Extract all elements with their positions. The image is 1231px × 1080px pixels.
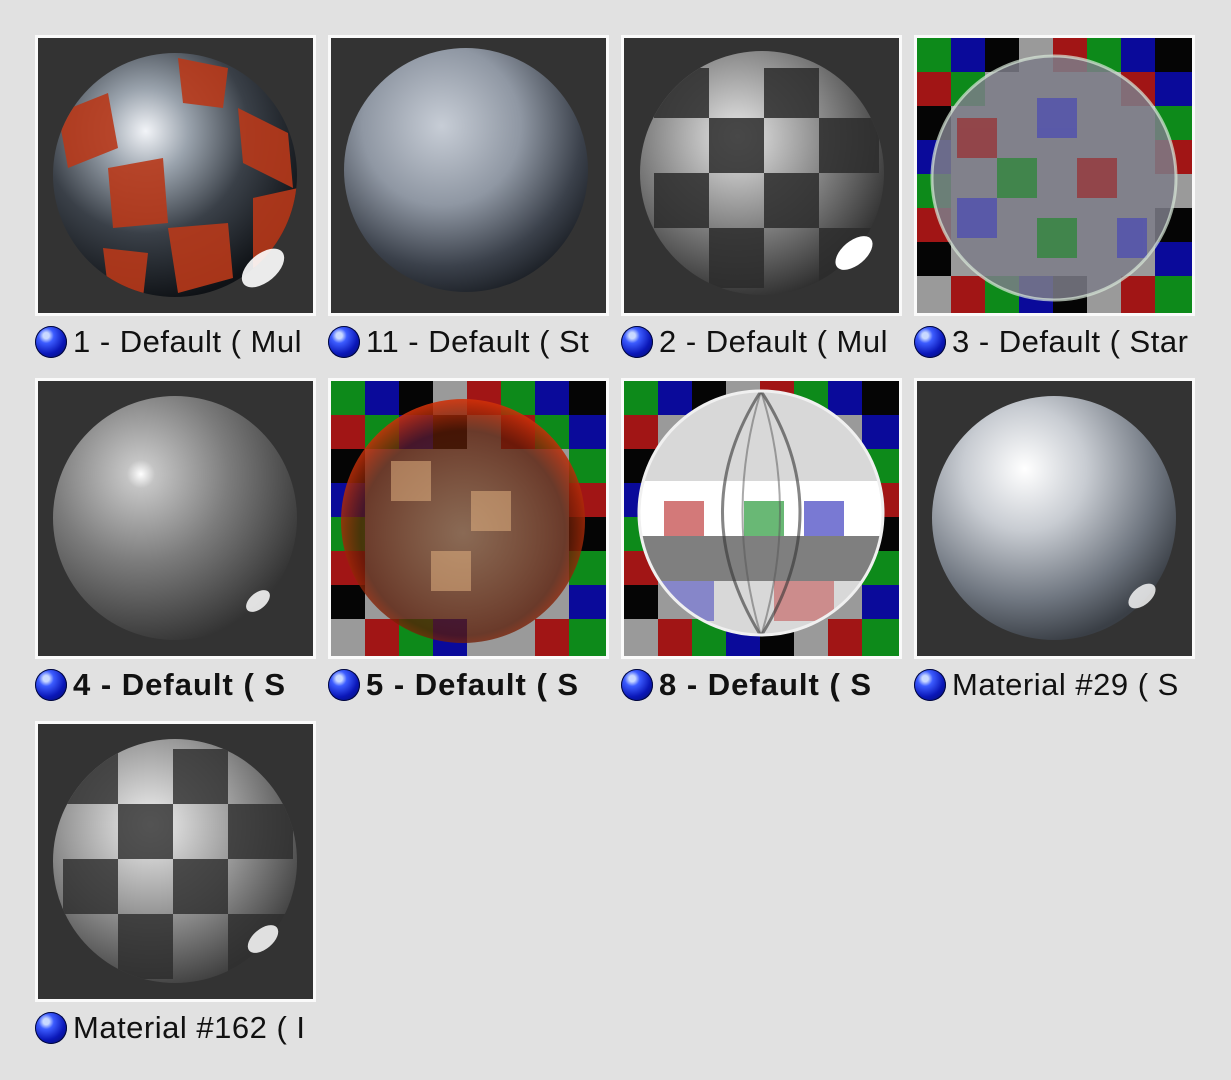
material-preview[interactable] bbox=[35, 721, 316, 1002]
orange-glass-sphere-color-checker-preview bbox=[331, 381, 606, 656]
material-name: 3 - Default ( Star bbox=[952, 324, 1189, 359]
material-name: 11 - Default ( St bbox=[366, 324, 590, 359]
material-preview[interactable] bbox=[328, 378, 609, 659]
material-label[interactable]: Material #29 ( S bbox=[914, 665, 1201, 705]
shiny-gray-sphere-preview bbox=[53, 396, 297, 640]
blue-sphere-icon bbox=[35, 1012, 67, 1044]
material-label[interactable]: 11 - Default ( St bbox=[328, 322, 615, 362]
blue-sphere-icon bbox=[914, 326, 946, 358]
material-preview[interactable] bbox=[621, 35, 902, 316]
material-slot-7[interactable]: 8 - Default ( S bbox=[621, 378, 908, 718]
material-name: 5 - Default ( S bbox=[366, 667, 580, 702]
metal-checker-sphere-preview bbox=[640, 51, 884, 295]
material-browser: 1 - Default ( Mul 11 - Default ( St 2 - … bbox=[0, 0, 1231, 1080]
material-label[interactable]: 2 - Default ( Mul bbox=[621, 322, 908, 362]
material-preview[interactable] bbox=[328, 35, 609, 316]
blue-sphere-icon bbox=[621, 326, 653, 358]
material-name: 1 - Default ( Mul bbox=[73, 324, 303, 359]
material-label[interactable]: Material #162 ( I bbox=[35, 1008, 322, 1048]
blue-sphere-icon bbox=[914, 669, 946, 701]
plain-gray-sphere-preview bbox=[344, 48, 588, 292]
material-slot-4[interactable]: 3 - Default ( Star bbox=[914, 35, 1201, 375]
blue-sphere-icon bbox=[621, 669, 653, 701]
material-slot-1[interactable]: 1 - Default ( Mul bbox=[35, 35, 322, 375]
material-label[interactable]: 3 - Default ( Star bbox=[914, 322, 1201, 362]
material-preview[interactable] bbox=[914, 35, 1195, 316]
material-name: Material #162 ( I bbox=[73, 1010, 306, 1045]
material-slot-3[interactable]: 2 - Default ( Mul bbox=[621, 35, 908, 375]
material-label[interactable]: 8 - Default ( S bbox=[621, 665, 908, 705]
brushed-silver-sphere-preview bbox=[932, 396, 1176, 640]
material-slot-6[interactable]: 5 - Default ( S bbox=[328, 378, 615, 718]
glass-sphere-color-checker-preview bbox=[917, 38, 1192, 313]
blue-sphere-icon bbox=[35, 669, 67, 701]
red-checker-sphere-preview bbox=[53, 53, 297, 297]
blue-sphere-icon bbox=[328, 669, 360, 701]
material-preview[interactable] bbox=[35, 378, 316, 659]
material-name: 4 - Default ( S bbox=[73, 667, 287, 702]
blue-sphere-icon bbox=[35, 326, 67, 358]
material-slot-2[interactable]: 11 - Default ( St bbox=[328, 35, 615, 375]
material-slot-5[interactable]: 4 - Default ( S bbox=[35, 378, 322, 718]
material-label[interactable]: 1 - Default ( Mul bbox=[35, 322, 322, 362]
material-name: 8 - Default ( S bbox=[659, 667, 873, 702]
chrome-sphere-color-checker-preview bbox=[624, 381, 899, 656]
material-name: Material #29 ( S bbox=[952, 667, 1179, 702]
material-label[interactable]: 5 - Default ( S bbox=[328, 665, 615, 705]
material-preview[interactable] bbox=[35, 35, 316, 316]
grainy-checker-sphere-preview bbox=[53, 739, 297, 983]
material-slot-8[interactable]: Material #29 ( S bbox=[914, 378, 1201, 718]
material-preview[interactable] bbox=[914, 378, 1195, 659]
material-preview[interactable] bbox=[621, 378, 902, 659]
material-label[interactable]: 4 - Default ( S bbox=[35, 665, 322, 705]
blue-sphere-icon bbox=[328, 326, 360, 358]
material-name: 2 - Default ( Mul bbox=[659, 324, 889, 359]
material-slot-9[interactable]: Material #162 ( I bbox=[35, 721, 322, 1061]
